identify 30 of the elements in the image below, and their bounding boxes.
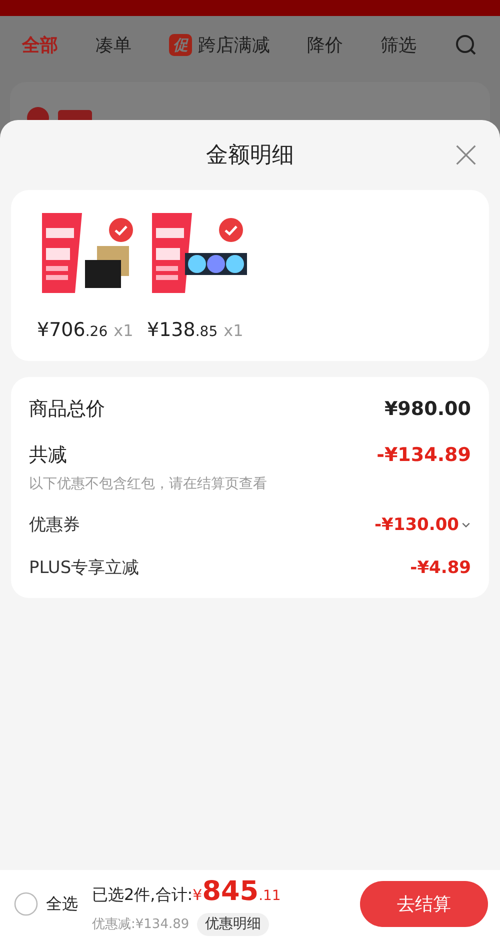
checkbox-icon[interactable] — [14, 892, 38, 916]
summary-value: -¥4.89 — [410, 557, 471, 580]
summary-value: ¥980.00 — [384, 396, 471, 422]
discount-text: 优惠减:¥134.89 — [92, 916, 190, 934]
product-price: ¥706.26 — [37, 318, 108, 343]
checkout-button[interactable]: 去结算 — [360, 881, 488, 927]
summary-label: 共减 — [29, 443, 67, 468]
nav-tab[interactable]: 降价 — [307, 32, 344, 58]
summary-note: 以下优惠不包含红包，请在结算页查看 — [29, 474, 268, 494]
select-all-label[interactable]: 全选 — [46, 892, 78, 916]
summary-label: 优惠券 — [29, 514, 80, 536]
check-icon[interactable] — [219, 218, 243, 242]
search-icon[interactable] — [454, 33, 478, 57]
promo-badge: 促 — [168, 34, 192, 56]
summary-label: 商品总价 — [29, 396, 105, 422]
nav-tab[interactable]: 筛选 — [380, 32, 417, 58]
selected-count: 已选2件,合计: — [92, 884, 193, 906]
product-price: ¥138.85 — [147, 318, 218, 343]
summary-value: -¥134.89 — [376, 443, 471, 468]
product-quantity: x1 — [224, 320, 244, 342]
sheet-title: 金额明细 — [206, 142, 294, 170]
nav-tab[interactable]: 凑单 — [95, 32, 132, 58]
product-quantity: x1 — [114, 320, 134, 342]
close-icon[interactable] — [455, 144, 477, 166]
nav-tab[interactable]: 促 跨店满减 — [168, 32, 270, 58]
check-icon[interactable] — [109, 218, 133, 242]
details-button[interactable]: 优惠明细 — [197, 912, 270, 936]
summary-label: PLUS专享立减 — [29, 557, 140, 580]
summary-value: -¥130.00 — [374, 514, 459, 536]
total-price: ¥845.11 — [192, 875, 281, 910]
